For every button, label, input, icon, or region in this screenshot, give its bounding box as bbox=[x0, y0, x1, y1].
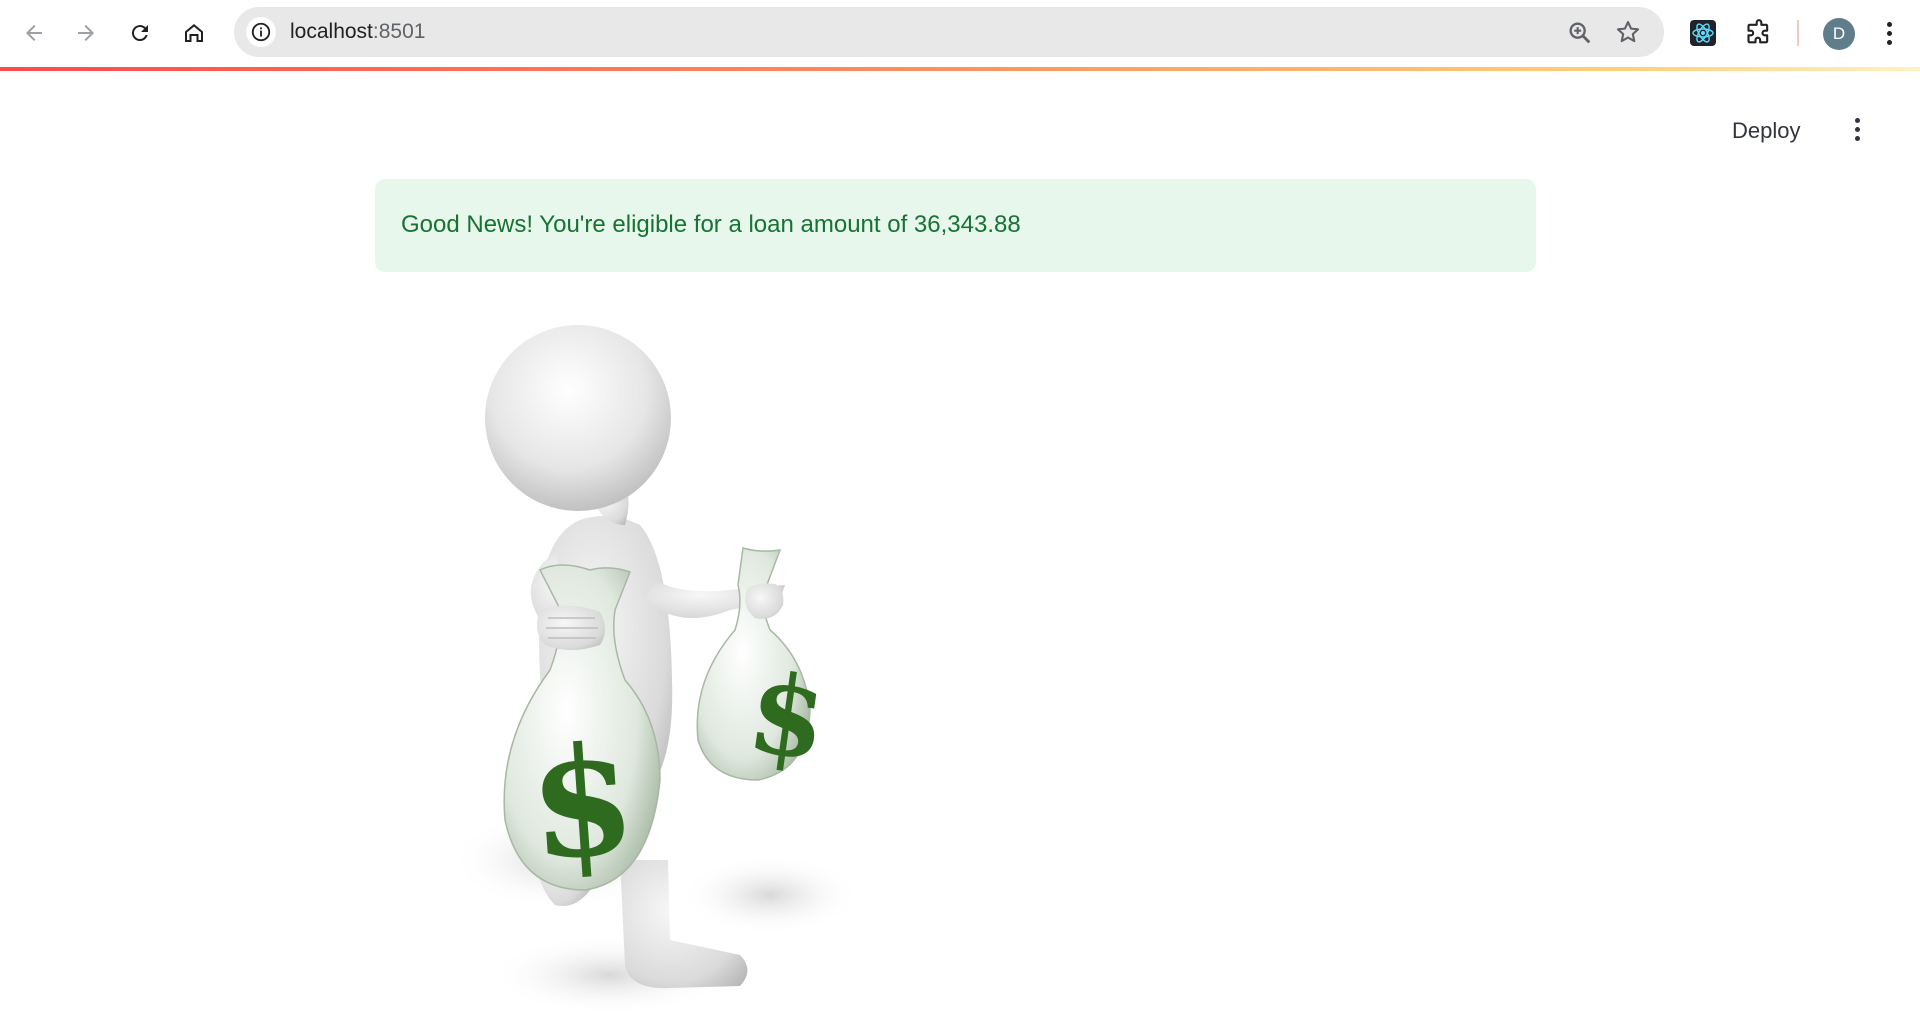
page-loading-bar bbox=[0, 67, 1920, 71]
toolbar-separator bbox=[1797, 20, 1799, 46]
forward-button[interactable] bbox=[64, 12, 108, 54]
star-icon[interactable] bbox=[1614, 18, 1642, 46]
react-devtools-icon bbox=[1690, 20, 1716, 46]
reload-icon bbox=[131, 25, 148, 42]
browser-toolbar: localhost:8501 D bbox=[0, 0, 1920, 68]
money-bags-figure-image: $ $ bbox=[450, 325, 860, 1015]
svg-text:$: $ bbox=[741, 647, 835, 785]
deploy-button[interactable]: Deploy bbox=[1724, 114, 1808, 148]
zoom-icon[interactable] bbox=[1566, 19, 1594, 47]
more-vert-icon bbox=[1854, 117, 1860, 123]
back-button[interactable] bbox=[12, 12, 56, 54]
svg-text:$: $ bbox=[524, 712, 640, 895]
app-main-menu-button[interactable] bbox=[1845, 112, 1869, 146]
puzzle-icon bbox=[1747, 19, 1769, 44]
browser-menu-button[interactable] bbox=[1874, 16, 1904, 50]
more-vert-icon bbox=[1886, 21, 1892, 27]
forward-arrow-icon bbox=[78, 25, 94, 41]
url-text[interactable]: localhost:8501 bbox=[290, 20, 425, 44]
url-host: localhost bbox=[290, 20, 373, 43]
back-arrow-icon bbox=[26, 25, 42, 41]
extensions-button[interactable] bbox=[1742, 16, 1776, 50]
success-alert: Good News! You're eligible for a loan am… bbox=[375, 179, 1536, 272]
reload-button[interactable] bbox=[118, 12, 162, 54]
site-info-button[interactable] bbox=[246, 17, 276, 47]
alert-message: Good News! You're eligible for a loan am… bbox=[401, 211, 1021, 238]
address-bar[interactable]: localhost:8501 bbox=[234, 7, 1664, 57]
profile-avatar[interactable]: D bbox=[1823, 18, 1855, 50]
url-port: :8501 bbox=[372, 20, 426, 43]
info-icon bbox=[251, 22, 271, 42]
home-button[interactable] bbox=[172, 12, 216, 54]
home-icon bbox=[185, 24, 203, 42]
react-devtools-extension[interactable] bbox=[1686, 16, 1720, 50]
